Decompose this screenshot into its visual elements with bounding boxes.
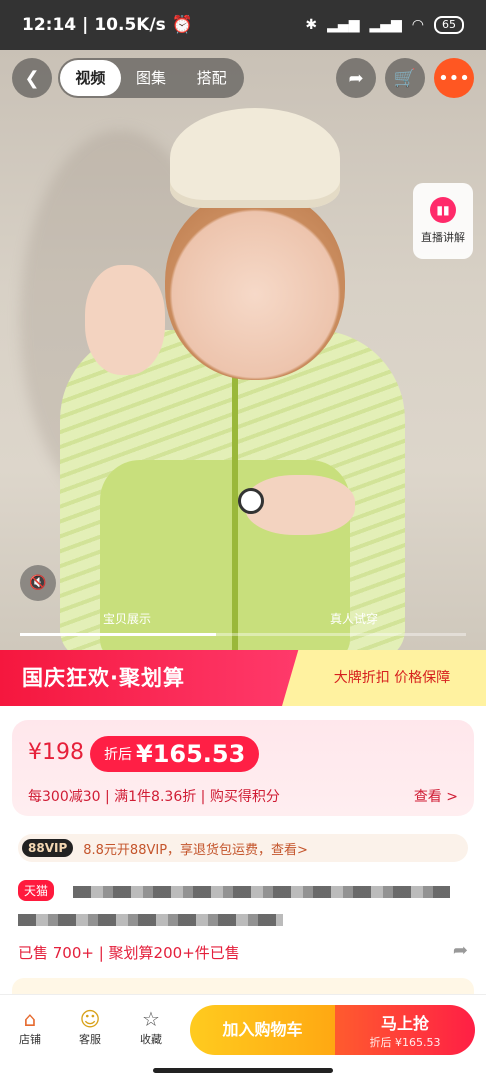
chat-icon: ••• xyxy=(438,67,470,89)
original-price: ¥198 xyxy=(28,740,84,765)
cart-button[interactable]: 🛒 xyxy=(385,58,425,98)
buy-now-price: 折后 ¥165.53 xyxy=(369,1036,441,1049)
status-right: ✱ ▂▄▆ ▂▄▆ ◠ 65 xyxy=(305,16,464,34)
signal-icon: ▂▄▆ xyxy=(327,17,360,33)
message-button[interactable]: ••• xyxy=(434,58,474,98)
battery-icon: 65 xyxy=(434,16,464,34)
vip-text: 8.8元开88VIP，享退货包运费，查看> xyxy=(83,842,308,858)
promo-title: 国庆狂欢·聚划算 xyxy=(0,650,300,706)
buy-now-button[interactable]: 马上抢 折后 ¥165.53 xyxy=(335,1005,475,1055)
product-info: ¥198 折后 ¥165.53 每300减30 | 满1件8.36折 | 购买得… xyxy=(0,706,486,1008)
photo-child-head xyxy=(165,190,345,380)
status-left: 12:14 | 10.5K/s ⏰ xyxy=(22,15,193,35)
view-promotions-link[interactable]: 查看 > xyxy=(414,786,458,806)
bluetooth-icon: ✱ xyxy=(305,17,318,33)
video-progress[interactable] xyxy=(20,633,466,636)
media-tabs: 视频 图集 搭配 xyxy=(58,58,244,98)
vip-bar[interactable]: 88VIP 8.8元开88VIP，享退货包运费，查看> xyxy=(18,834,468,862)
top-nav: ❮ 视频 图集 搭配 ➦ 🛒 ••• xyxy=(0,58,486,98)
redacted-title-line-1 xyxy=(73,886,450,898)
discount-price: ¥165.53 xyxy=(136,740,246,768)
photo-hand-left xyxy=(85,265,165,375)
discount-price-pill: 折后 ¥165.53 xyxy=(90,736,260,772)
tab-video[interactable]: 视频 xyxy=(60,60,121,96)
store-button[interactable]: ⌂ 店铺 xyxy=(10,1007,50,1047)
share-button[interactable]: ➦ xyxy=(336,58,376,98)
add-to-cart-button[interactable]: 加入购物车 xyxy=(190,1005,335,1055)
service-button[interactable]: ☺ 客服 xyxy=(70,1007,110,1047)
live-icon: ▮▮ xyxy=(430,197,456,223)
sold-count: 已售 700+ | 聚划算200+件已售 xyxy=(18,944,240,962)
label-try-on[interactable]: 真人试穿 xyxy=(330,610,378,627)
store-icon: ⌂ xyxy=(23,1007,37,1031)
discount-label: 折后 xyxy=(104,747,132,763)
promotion-text: 每300减30 | 满1件8.36折 | 购买得积分 xyxy=(28,789,280,805)
favorite-button[interactable]: ☆ 收藏 xyxy=(131,1007,171,1047)
price-card[interactable]: ¥198 折后 ¥165.53 每300减30 | 满1件8.36折 | 购买得… xyxy=(12,720,474,816)
tmall-badge: 天猫 xyxy=(18,880,55,901)
star-icon: ☆ xyxy=(142,1007,160,1031)
photo-child-hat xyxy=(170,108,340,208)
status-divider: | xyxy=(82,15,89,35)
video-progress-fill xyxy=(20,633,217,636)
buy-now-label: 马上抢 xyxy=(380,1014,429,1033)
home-indicator[interactable] xyxy=(153,1068,333,1073)
media-labels: 宝贝展示 真人试穿 xyxy=(0,610,486,630)
share-icon: ➦ xyxy=(348,67,364,89)
status-time: 12:14 xyxy=(22,15,77,35)
favorite-label: 收藏 xyxy=(140,1033,162,1046)
tab-outfit[interactable]: 搭配 xyxy=(181,60,242,96)
service-label: 客服 xyxy=(79,1033,101,1046)
store-label: 店铺 xyxy=(19,1033,41,1046)
product-media[interactable] xyxy=(0,50,486,650)
back-button[interactable]: ❮ xyxy=(12,58,52,98)
live-label: 直播讲解 xyxy=(421,231,465,244)
cart-icon: 🛒 xyxy=(393,67,417,89)
tab-gallery[interactable]: 图集 xyxy=(121,60,182,96)
signal-icon-2: ▂▄▆ xyxy=(369,17,402,33)
wifi-icon: ◠ xyxy=(411,17,424,33)
chevron-left-icon: ❮ xyxy=(24,67,40,89)
promo-guarantee: 大牌折扣 价格保障 xyxy=(282,650,486,706)
live-explain-button[interactable]: ▮▮ 直播讲解 xyxy=(413,183,473,259)
mute-button[interactable]: 🔇 xyxy=(20,565,56,601)
network-speed: 10.5K/s xyxy=(94,15,166,35)
share-icon[interactable]: ➦ xyxy=(453,940,468,961)
product-title: 天猫 xyxy=(18,880,468,930)
label-product-show[interactable]: 宝贝展示 xyxy=(103,610,151,627)
status-bar: 12:14 | 10.5K/s ⏰ ✱ ▂▄▆ ▂▄▆ ◠ 65 xyxy=(0,0,486,50)
alarm-icon: ⏰ xyxy=(171,15,193,35)
promo-banner[interactable]: 国庆狂欢·聚划算 大牌折扣 价格保障 xyxy=(0,650,486,706)
vip-badge: 88VIP xyxy=(22,839,74,857)
mute-icon: 🔇 xyxy=(29,575,47,591)
service-icon: ☺ xyxy=(79,1007,101,1031)
photo-eye-decoration xyxy=(238,488,264,514)
redacted-title-line-2 xyxy=(18,914,283,926)
